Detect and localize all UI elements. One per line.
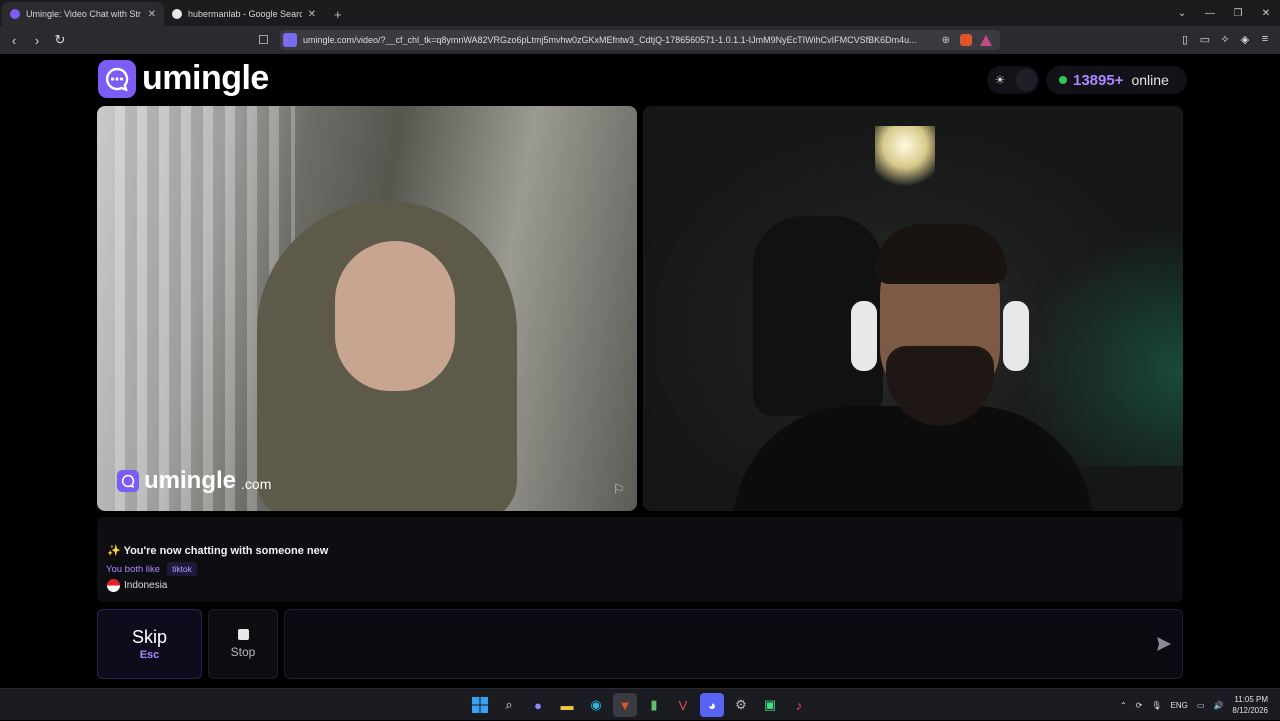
online-count: 13895+ (1073, 71, 1124, 89)
google-favicon-icon (172, 9, 182, 19)
person-face (335, 241, 455, 391)
video-watermark: umingle .com (117, 467, 271, 495)
new-tab-button[interactable]: + (324, 2, 352, 26)
android-studio-icon[interactable]: ▣ (758, 693, 782, 717)
maximize-icon[interactable]: ❐ (1224, 0, 1252, 26)
watermark-logo-icon (117, 470, 139, 492)
vivaldi-icon[interactable]: V (671, 693, 695, 717)
browser-toolbar: ‹ › ↻ ☐ umingle.com/video/?__cf_chl_tk=q… (0, 26, 1280, 54)
wallet-icon[interactable]: ▭ (1198, 30, 1212, 48)
self-video (643, 106, 1183, 511)
tab-umingle[interactable]: Umingle: Video Chat with Str ✕ (2, 2, 164, 26)
close-tab-icon[interactable]: ✕ (148, 9, 156, 20)
menu-icon[interactable]: ≡ (1258, 30, 1272, 48)
taskbar-apps: ⌕ ● ▬ ◉ ▼ ▮ V ◕ ⚙ ▣ ♪ (468, 693, 811, 717)
site-settings-icon[interactable] (283, 33, 297, 47)
settings-gear-icon[interactable]: ⚙ (729, 693, 753, 717)
skip-button[interactable]: Skip Esc (97, 609, 202, 679)
network-icon[interactable]: ▭ (1197, 701, 1205, 710)
start-icon[interactable] (468, 693, 492, 717)
flag-icon[interactable]: ⚐ (612, 481, 625, 498)
stop-icon (237, 629, 249, 640)
toolbar-right-buttons: ▯ ▭ ✧ ◈ ≡ (1178, 30, 1272, 48)
watermark-text: umingle (144, 467, 237, 494)
online-status-dot (1059, 76, 1067, 84)
indonesia-flag-icon (107, 579, 120, 592)
chat-bubble-icon (98, 59, 136, 98)
browser-tab-bar: Umingle: Video Chat with Str ✕ hubermanl… (0, 0, 1280, 26)
sync-icon[interactable]: ⟳ (1136, 701, 1143, 710)
forward-icon[interactable]: › (27, 30, 47, 50)
stranger-country: Indonesia (107, 579, 167, 592)
close-window-icon[interactable]: ✕ (1252, 0, 1280, 26)
shared-interest-label: You both like (106, 563, 161, 575)
sparkles-icon: ✨ (107, 545, 121, 557)
tab-title: Umingle: Video Chat with Str (26, 9, 141, 19)
bookmark-icon[interactable]: ☐ (258, 33, 269, 47)
address-bar[interactable]: umingle.com/video/?__cf_chl_tk=q8ymnWA82… (280, 30, 1000, 50)
online-counter: 13895+ online (1046, 66, 1187, 94)
edge-icon[interactable]: ◉ (584, 693, 608, 717)
back-icon[interactable]: ‹ (4, 30, 24, 50)
clock-date: 8/12/2026 (1232, 706, 1268, 715)
microphone-icon[interactable]: 🎙 (1151, 701, 1161, 710)
stop-label: Stop (230, 645, 256, 659)
zoom-icon[interactable]: ⊕ (936, 35, 956, 46)
clock[interactable]: 11:05 PM 8/12/2026 (1232, 694, 1268, 716)
brave-shields-icon[interactable] (960, 34, 972, 46)
interest-tag: tiktok (167, 562, 197, 576)
message-box (284, 609, 1183, 679)
brave-browser-icon[interactable]: ▼ (613, 693, 637, 717)
send-icon[interactable] (1156, 636, 1172, 652)
message-input[interactable] (295, 620, 1135, 668)
stranger-video: umingle .com ⚐ (97, 106, 637, 511)
lamp-light (875, 126, 935, 191)
volume-icon[interactable]: 🔊 (1213, 701, 1223, 710)
tab-title: hubermanlab - Google Search (188, 9, 302, 19)
window-controls: ⌄ — ❐ ✕ (1168, 0, 1280, 26)
umingle-favicon-icon (10, 9, 20, 19)
watermark-suffix: .com (241, 476, 272, 492)
language-indicator[interactable]: ENG (1171, 701, 1188, 710)
teams-icon[interactable]: ● (526, 693, 550, 717)
reload-icon[interactable]: ↻ (50, 30, 70, 50)
online-label: online (1131, 72, 1169, 88)
country-name: Indonesia (124, 580, 168, 591)
theme-toggle[interactable]: ☀ (987, 66, 1039, 94)
close-tab-icon[interactable]: ✕ (308, 9, 316, 20)
toggle-knob (1015, 69, 1037, 91)
chat-log: ✨ You're now chatting with someone new Y… (97, 517, 1183, 602)
stop-button[interactable]: Stop (208, 609, 278, 679)
skip-label: Skip (131, 627, 167, 647)
url-text[interactable]: umingle.com/video/?__cf_chl_tk=q8ymnWA82… (303, 35, 936, 45)
logo-text: umingle (142, 59, 269, 97)
leo-ai-icon[interactable]: ✧ (1218, 30, 1232, 48)
discord-icon[interactable]: ◕ (700, 693, 724, 717)
minimize-icon[interactable]: — (1196, 0, 1224, 26)
shared-interests: You both like tiktok (106, 562, 197, 576)
clock-time: 11:05 PM (1234, 695, 1268, 704)
system-message-text: You're now chatting with someone new (123, 545, 329, 557)
tab-list-chevron-icon[interactable]: ⌄ (1168, 0, 1196, 26)
headphone-right (1003, 301, 1029, 371)
windows-taskbar: ⌕ ● ▬ ◉ ▼ ▮ V ◕ ⚙ ▣ ♪ ⌃ ⟳ 🎙 ENG ▭ 🔊 11:0… (0, 688, 1280, 720)
notepad-icon[interactable]: ▮ (642, 693, 666, 717)
brave-rewards-icon[interactable] (980, 34, 992, 46)
search-icon[interactable]: ⌕ (497, 693, 521, 717)
person-body (733, 406, 1093, 511)
vpn-icon[interactable]: ◈ (1238, 30, 1252, 48)
file-explorer-icon[interactable]: ▬ (555, 693, 579, 717)
sidebar-icon[interactable]: ▯ (1178, 30, 1192, 48)
tab-google-search[interactable]: hubermanlab - Google Search ✕ (164, 2, 324, 26)
umingle-page: umingle ☀ 13895+ online umingle .com ⚐ ✨… (0, 54, 1280, 688)
system-tray: ⌃ ⟳ 🎙 ENG ▭ 🔊 11:05 PM 8/12/2026 (1120, 689, 1268, 721)
show-hidden-icons-chevron-icon[interactable]: ⌃ (1120, 701, 1127, 710)
person-hair (875, 224, 1007, 284)
sun-icon: ☀ (994, 73, 1006, 87)
site-logo[interactable]: umingle (98, 59, 269, 98)
tiktok-icon[interactable]: ♪ (787, 693, 811, 717)
system-message: ✨ You're now chatting with someone new (107, 544, 328, 557)
skip-shortcut: Esc (139, 649, 160, 661)
headphone-left (851, 301, 877, 371)
